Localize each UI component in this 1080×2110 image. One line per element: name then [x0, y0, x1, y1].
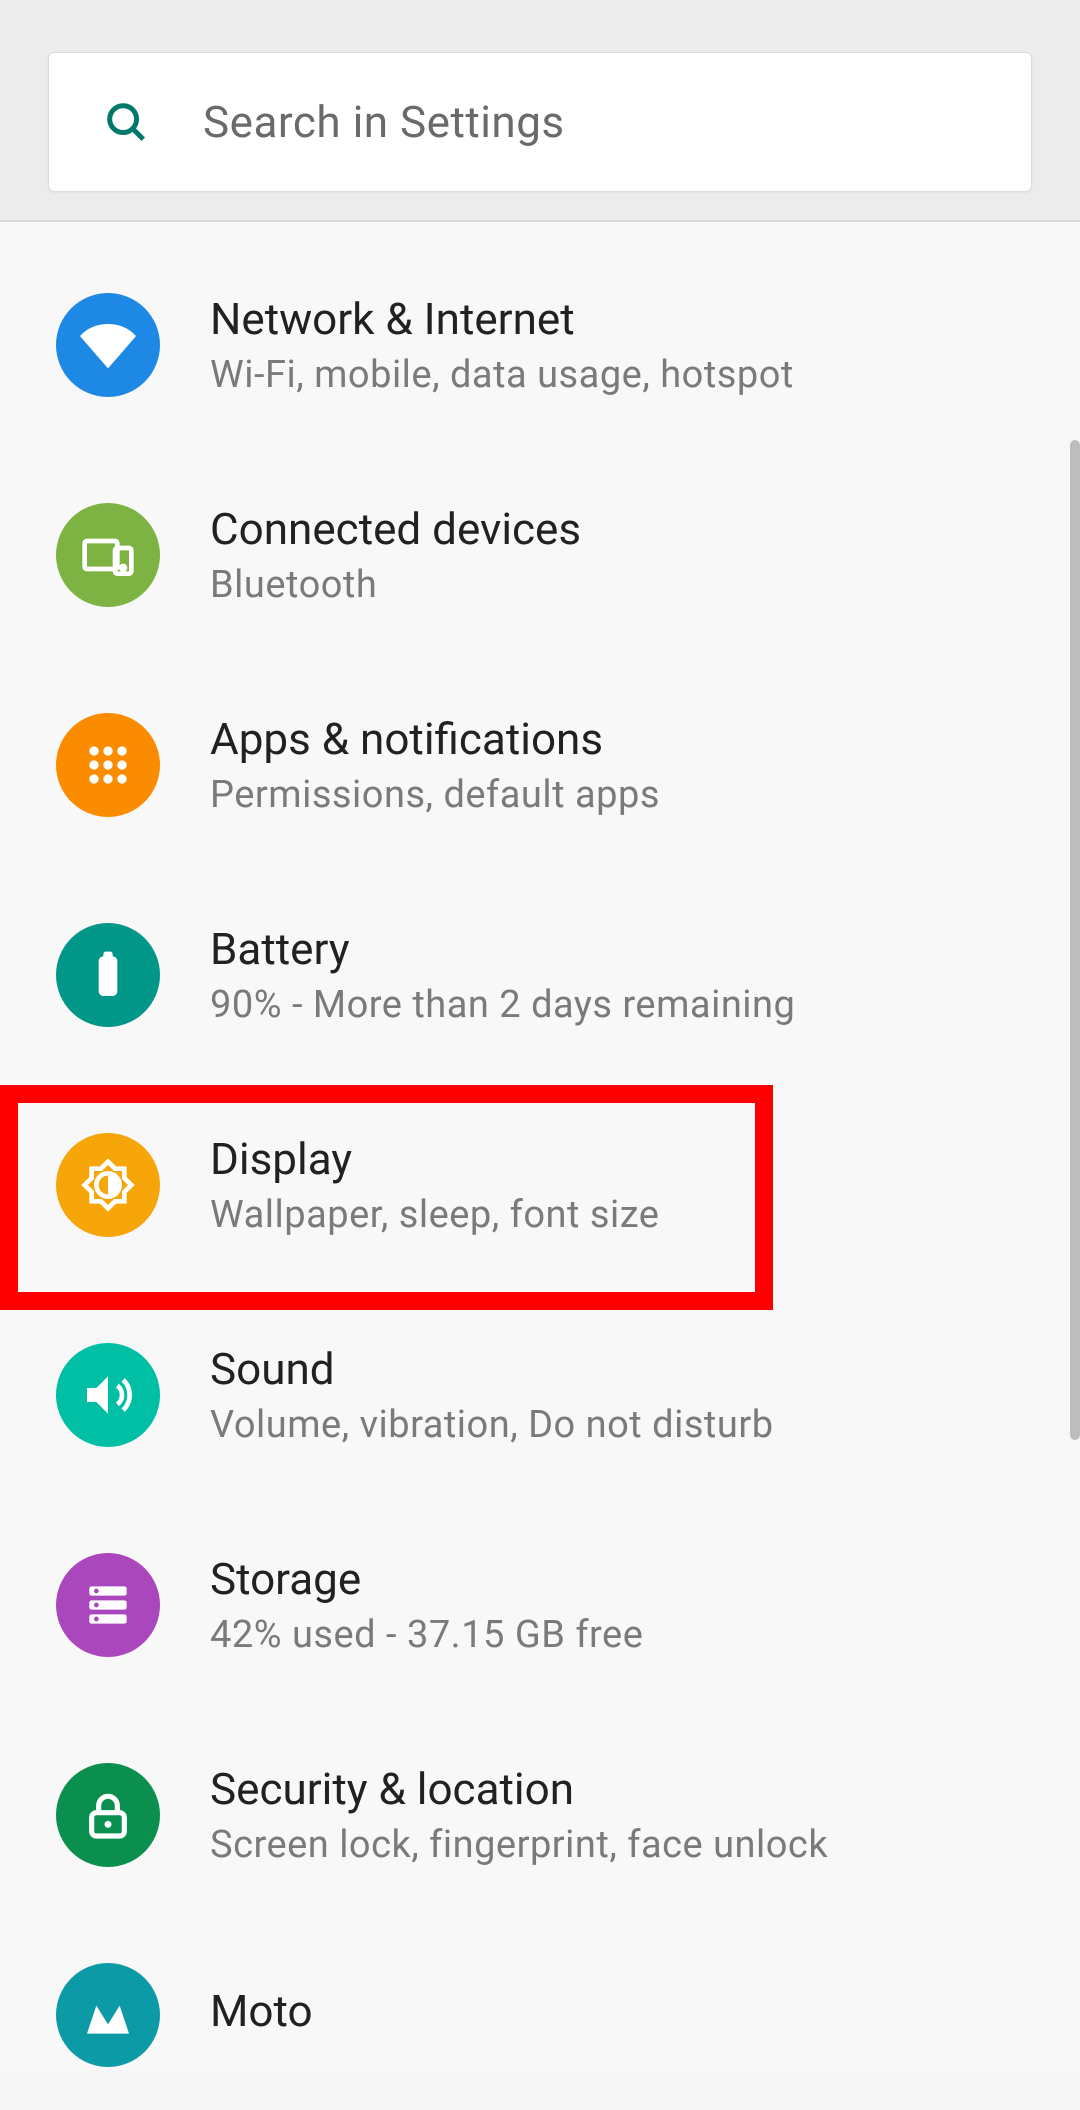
item-subtitle: 90% - More than 2 days remaining: [210, 983, 795, 1027]
item-subtitle: Screen lock, fingerprint, face unlock: [210, 1823, 828, 1867]
item-title: Storage: [210, 1553, 643, 1605]
moto-icon: [56, 1963, 160, 2067]
settings-item-moto[interactable]: Moto: [0, 1920, 1080, 2070]
item-title: Connected devices: [210, 503, 581, 555]
item-subtitle: Permissions, default apps: [210, 773, 660, 817]
storage-icon: [56, 1553, 160, 1657]
scrollbar[interactable]: [1070, 440, 1080, 1440]
wifi-icon: [56, 293, 160, 397]
sound-icon: [56, 1343, 160, 1447]
item-subtitle: 42% used - 37.15 GB free: [210, 1613, 643, 1657]
item-title: Security & location: [210, 1763, 828, 1815]
settings-item-sound[interactable]: Sound Volume, vibration, Do not disturb: [0, 1290, 1080, 1500]
battery-icon: [56, 923, 160, 1027]
settings-item-connected[interactable]: Connected devices Bluetooth: [0, 450, 1080, 660]
search-placeholder: Search in Settings: [203, 96, 565, 148]
search-icon: [103, 99, 149, 145]
settings-item-battery[interactable]: Battery 90% - More than 2 days remaining: [0, 870, 1080, 1080]
item-title: Moto: [210, 1985, 313, 2037]
item-title: Sound: [210, 1343, 774, 1395]
settings-item-security[interactable]: Security & location Screen lock, fingerp…: [0, 1710, 1080, 1920]
brightness-icon: [56, 1133, 160, 1237]
settings-item-display[interactable]: Display Wallpaper, sleep, font size: [0, 1080, 1080, 1290]
apps-icon: [56, 713, 160, 817]
lock-icon: [56, 1763, 160, 1867]
settings-item-storage[interactable]: Storage 42% used - 37.15 GB free: [0, 1500, 1080, 1710]
item-subtitle: Wallpaper, sleep, font size: [210, 1193, 659, 1237]
item-subtitle: Wi-Fi, mobile, data usage, hotspot: [210, 353, 794, 397]
item-title: Network & Internet: [210, 293, 794, 345]
item-title: Apps & notifications: [210, 713, 660, 765]
settings-item-apps[interactable]: Apps & notifications Permissions, defaul…: [0, 660, 1080, 870]
item-subtitle: Volume, vibration, Do not disturb: [210, 1403, 774, 1447]
search-bar[interactable]: Search in Settings: [48, 52, 1032, 192]
settings-list: Network & Internet Wi-Fi, mobile, data u…: [0, 222, 1080, 2070]
devices-icon: [56, 503, 160, 607]
search-bar-wrap: Search in Settings: [0, 0, 1080, 222]
item-subtitle: Bluetooth: [210, 563, 581, 607]
item-title: Battery: [210, 923, 795, 975]
settings-item-network[interactable]: Network & Internet Wi-Fi, mobile, data u…: [0, 240, 1080, 450]
item-title: Display: [210, 1133, 659, 1185]
